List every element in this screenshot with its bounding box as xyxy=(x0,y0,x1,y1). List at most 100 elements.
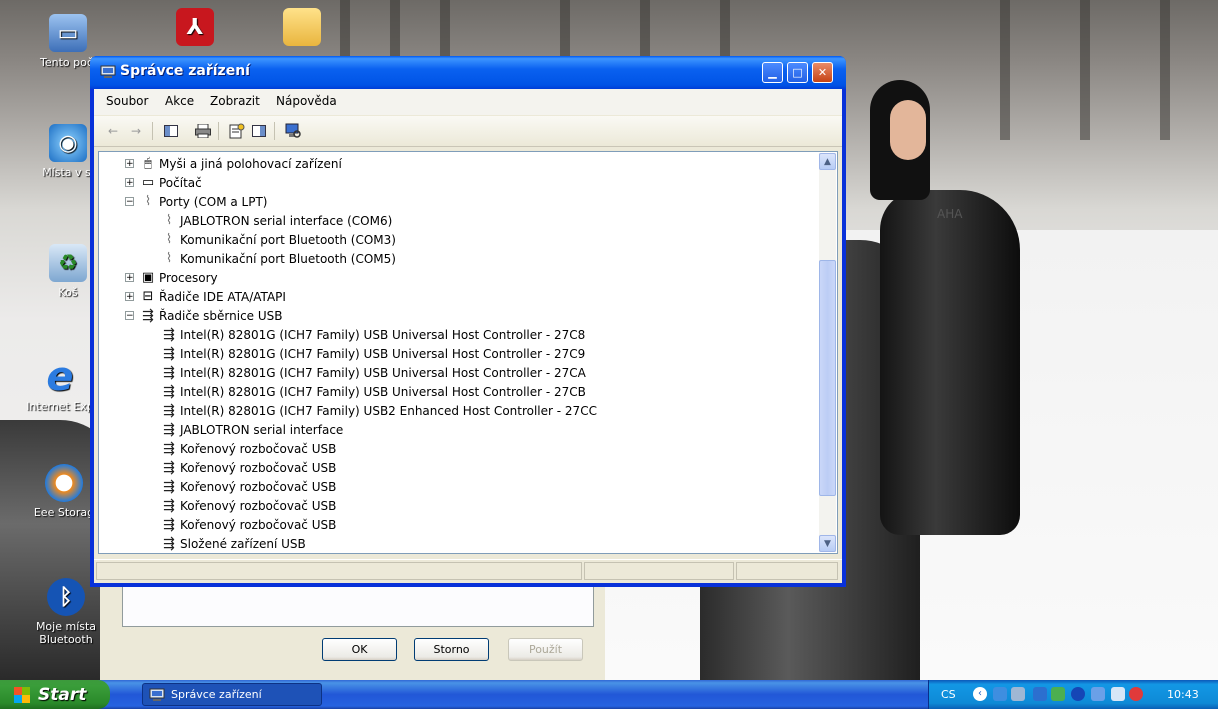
tree-item-label: Kořenový rozbočovač USB xyxy=(180,479,337,494)
console-tree-icon[interactable] xyxy=(162,122,180,140)
collapse-icon[interactable]: − xyxy=(125,197,134,207)
taskbar-button-device-manager[interactable]: Správce zařízení xyxy=(142,683,322,706)
tree-item-label: Intel(R) 82801G (ICH7 Family) USB2 Enhan… xyxy=(180,403,597,418)
network-icon[interactable] xyxy=(993,687,1007,701)
mouse-icon: 🖱 xyxy=(144,156,152,171)
desktop-icon-internet-explorer[interactable]: e Internet Exp xyxy=(20,354,100,413)
device-manager-icon xyxy=(100,65,116,78)
expand-icon[interactable]: + xyxy=(125,178,134,188)
menu-help[interactable]: Nápověda xyxy=(276,94,337,108)
scroll-down-button[interactable]: ▼ xyxy=(819,535,836,552)
tree-item[interactable]: ⇶ Kořenový rozbočovač USB xyxy=(161,477,336,496)
usb-icon: ⇶ xyxy=(163,421,175,438)
desktop-icon-adobe-reader[interactable]: ⅄ xyxy=(155,8,235,50)
tree-item-label: Intel(R) 82801G (ICH7 Family) USB Univer… xyxy=(180,384,586,399)
scan-hardware-icon[interactable] xyxy=(284,122,302,140)
desktop-icon-folder[interactable] xyxy=(262,8,342,50)
tree-item[interactable]: ⇶ Intel(R) 82801G (ICH7 Family) USB2 Enha… xyxy=(161,401,597,420)
tree-item[interactable]: − ⌇ Porty (COM a LPT) xyxy=(125,192,267,211)
print-icon[interactable] xyxy=(194,122,212,140)
usb-icon: ⇶ xyxy=(163,383,175,400)
recycle-bin-icon: ♻ xyxy=(49,244,87,282)
folder-icon xyxy=(283,8,321,46)
menu-view[interactable]: Zobrazit xyxy=(210,94,260,108)
scroll-up-button[interactable]: ▲ xyxy=(819,153,836,170)
cancel-button[interactable]: Storno xyxy=(414,638,489,661)
toolbar-separator xyxy=(152,122,153,140)
system-tray: CS ‹ 10:43 xyxy=(928,680,1218,709)
tree-item[interactable]: ⇶ Kořenový rozbočovač USB xyxy=(161,496,336,515)
back-icon[interactable]: ← xyxy=(104,122,122,140)
port-icon: ⌇ xyxy=(144,194,152,209)
bluetooth-icon[interactable] xyxy=(1071,687,1085,701)
tree-item-label: Myši a jiná polohovací zařízení xyxy=(159,156,342,171)
tree-item[interactable]: − ⇶ Řadiče sběrnice USB xyxy=(125,306,283,325)
language-indicator[interactable]: CS xyxy=(941,688,956,701)
tree-item[interactable]: ⇶ Složené zařízení USB xyxy=(161,534,306,553)
expand-icon[interactable]: + xyxy=(125,273,134,283)
tree-item[interactable]: ⇶ Kořenový rozbočovač USB xyxy=(161,458,336,477)
start-label: Start xyxy=(38,684,87,705)
security-icon[interactable] xyxy=(1051,687,1065,701)
tree-item[interactable]: ⇶ Intel(R) 82801G (ICH7 Family) USB Unive… xyxy=(161,363,586,382)
maximize-icon: □ xyxy=(792,66,803,79)
usb-icon: ⇶ xyxy=(163,326,175,343)
tree-item[interactable]: ⇶ JABLOTRON serial interface xyxy=(161,420,343,439)
expand-icon[interactable]: + xyxy=(125,292,134,302)
tree-item[interactable]: ⇶ Intel(R) 82801G (ICH7 Family) USB Unive… xyxy=(161,344,585,363)
properties-dialog: OK Storno Použít xyxy=(100,575,605,680)
device-tree[interactable]: + 🖱 Myši a jiná polohovací zařízení + ▭ Počít… xyxy=(98,151,838,554)
taskbar: Start Správce zařízení CS ‹ 10:43 xyxy=(0,680,1218,709)
tree-item[interactable]: + ▭ Počítač xyxy=(125,173,202,192)
tree-item[interactable]: ⇶ Intel(R) 82801G (ICH7 Family) USB Unive… xyxy=(161,325,585,344)
tree-item[interactable]: ⇶ Kořenový rozbočovač USB xyxy=(161,515,336,534)
volume-icon[interactable] xyxy=(1011,687,1025,701)
tree-item-label: Počítač xyxy=(159,175,202,190)
network-places-icon: ◉ xyxy=(49,124,87,162)
desktop-icon-label: Internet Exp xyxy=(26,400,94,413)
properties-icon[interactable] xyxy=(228,122,246,140)
ok-button[interactable]: OK xyxy=(322,638,397,661)
toolbar: ← → xyxy=(94,116,842,147)
tree-item[interactable]: ⌇ Komunikační port Bluetooth (COM5) xyxy=(161,249,396,268)
usb-icon: ⇶ xyxy=(163,440,175,457)
collapse-icon[interactable]: − xyxy=(125,311,134,321)
port-icon: ⌇ xyxy=(165,232,173,247)
tree-item[interactable]: ⌇ Komunikační port Bluetooth (COM3) xyxy=(161,230,396,249)
monitor-icon[interactable] xyxy=(1111,687,1125,701)
tree-item[interactable]: + 🖱 Myši a jiná polohovací zařízení xyxy=(125,154,342,173)
close-button[interactable]: ✕ xyxy=(812,62,833,83)
tree-item-label: Intel(R) 82801G (ICH7 Family) USB Univer… xyxy=(180,346,586,361)
tree-item-label: Intel(R) 82801G (ICH7 Family) USB Univer… xyxy=(180,365,586,380)
maximize-button[interactable]: □ xyxy=(787,62,808,83)
menu-file[interactable]: Soubor xyxy=(106,94,148,108)
chevron-down-icon: ▼ xyxy=(824,538,831,549)
tree-item[interactable]: ⇶ Intel(R) 82801G (ICH7 Family) USB Unive… xyxy=(161,382,586,401)
title-bar[interactable]: Správce zařízení ▁ □ ✕ xyxy=(90,56,846,89)
help-icon[interactable] xyxy=(250,122,268,140)
internet-explorer-icon: e xyxy=(46,354,74,400)
tree-item[interactable]: + ⊟ Řadiče IDE ATA/ATAPI xyxy=(125,287,286,306)
forward-icon[interactable]: → xyxy=(127,122,145,140)
display-icon[interactable] xyxy=(1091,687,1105,701)
minimize-button[interactable]: ▁ xyxy=(762,62,783,83)
scroll-thumb[interactable] xyxy=(819,260,836,496)
tree-item-label: JABLOTRON serial interface (COM6) xyxy=(180,213,393,228)
windows-logo-icon xyxy=(14,686,30,703)
tray-collapse-icon[interactable]: ‹ xyxy=(973,687,987,701)
tree-item[interactable]: + ▣ Procesory xyxy=(125,268,218,287)
tree-item[interactable]: ⌇ JABLOTRON serial interface (COM6) xyxy=(161,211,392,230)
start-button[interactable]: Start xyxy=(0,680,110,709)
tree-item[interactable]: ⇶ Kořenový rozbočovač USB xyxy=(161,439,336,458)
wallpaper-curtain xyxy=(1000,0,1010,140)
device-manager-window: Správce zařízení ▁ □ ✕ Soubor Akce Zobra… xyxy=(90,56,846,587)
desktop-icon-bluetooth[interactable]: ᛒ Moje místa Bluetooth xyxy=(26,578,106,646)
apply-button[interactable]: Použít xyxy=(508,638,583,661)
vertical-scrollbar[interactable]: ▲ ▼ xyxy=(819,153,836,552)
expand-icon[interactable]: + xyxy=(125,159,134,169)
device-icon[interactable] xyxy=(1033,687,1047,701)
tree-item-label: Kořenový rozbočovač USB xyxy=(180,441,337,456)
menu-action[interactable]: Akce xyxy=(165,94,194,108)
toolbar-separator xyxy=(274,122,275,140)
alert-icon[interactable] xyxy=(1129,687,1143,701)
